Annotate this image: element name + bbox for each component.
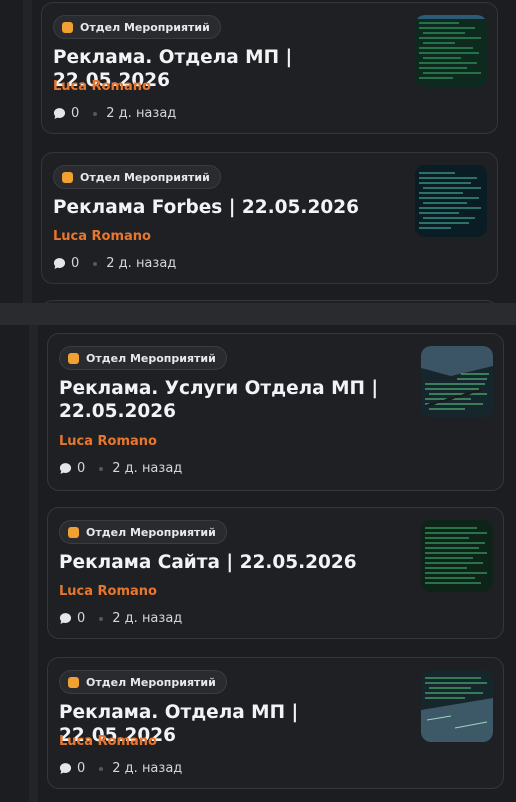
feed-pane-top[interactable]: Отдел Мероприятий Реклама. Отдела МП | 2… (0, 0, 516, 303)
meta-separator (99, 466, 104, 471)
post-author[interactable]: Luca Romano (53, 229, 151, 244)
post-meta: 0 2 д. назад (53, 256, 176, 271)
category-tag[interactable]: Отдел Мероприятий (59, 346, 227, 370)
comment-bubble-icon (59, 463, 72, 474)
post-meta: 0 2 д. назад (59, 461, 182, 476)
post-time: 2 д. назад (106, 256, 177, 271)
category-tag[interactable]: Отдел Мероприятий (53, 15, 221, 39)
comment-count: 0 (71, 256, 80, 271)
scroll-gutter (23, 0, 32, 303)
folder-icon (68, 352, 79, 364)
meta-separator (99, 766, 104, 771)
post-card[interactable]: Отдел Мероприятий Реклама. Отдела МП | 2… (47, 657, 504, 789)
post-time: 2 д. назад (112, 461, 183, 476)
post-time: 2 д. назад (112, 761, 183, 776)
post-thumbnail[interactable] (415, 15, 487, 87)
code-screenshot-thumbnail (421, 346, 493, 418)
folder-icon (62, 21, 73, 33)
folder-icon (68, 676, 79, 688)
post-card[interactable]: Отдел Мероприятий Реклама Сайта | 22.05.… (47, 507, 504, 639)
feed-pane-bottom[interactable]: Отдел Мероприятий Реклама. Услуги Отдела… (0, 325, 516, 802)
comment-count: 0 (77, 611, 86, 626)
post-time: 2 д. назад (106, 106, 177, 121)
post-card[interactable]: Отдел Мероприятий Реклама. Услуги Отдела… (47, 333, 504, 491)
category-tag[interactable]: Отдел Мероприятий (59, 520, 227, 544)
post-thumbnail[interactable] (421, 346, 493, 418)
comment-bubble-icon (53, 258, 66, 269)
post-title[interactable]: Реклама. Услуги Отдела МП | 22.05.2026 (59, 377, 389, 423)
post-meta: 0 2 д. назад (53, 106, 176, 121)
comment-count: 0 (77, 461, 86, 476)
comment-count: 0 (71, 106, 80, 121)
post-thumbnail[interactable] (415, 165, 487, 237)
meta-separator (93, 261, 98, 266)
code-screenshot-thumbnail (421, 520, 493, 592)
split-divider (0, 303, 516, 325)
post-author[interactable]: Luca Romano (53, 79, 151, 94)
category-label: Отдел Мероприятий (86, 525, 216, 539)
category-label: Отдел Мероприятий (86, 675, 216, 689)
post-time: 2 д. назад (112, 611, 183, 626)
post-author[interactable]: Luca Romano (59, 584, 157, 599)
post-thumbnail[interactable] (421, 670, 493, 742)
comment-bubble-icon (59, 613, 72, 624)
comment-bubble-icon (59, 763, 72, 774)
folder-icon (68, 526, 79, 538)
category-tag[interactable]: Отдел Мероприятий (53, 165, 221, 189)
post-thumbnail[interactable] (421, 520, 493, 592)
meta-separator (99, 616, 104, 621)
code-screenshot-thumbnail (421, 670, 493, 742)
post-meta: 0 2 д. назад (59, 761, 182, 776)
scroll-gutter (29, 325, 38, 802)
meta-separator (93, 111, 98, 116)
post-author[interactable]: Luca Romano (59, 734, 157, 749)
post-meta: 0 2 д. назад (59, 611, 182, 626)
post-title[interactable]: Реклама Сайта | 22.05.2026 (59, 551, 389, 574)
post-author[interactable]: Luca Romano (59, 434, 157, 449)
post-card[interactable]: Отдел Мероприятий Реклама. Отдела МП | 2… (41, 2, 498, 134)
code-screenshot-thumbnail (415, 15, 487, 87)
comment-bubble-icon (53, 108, 66, 119)
category-label: Отдел Мероприятий (86, 351, 216, 365)
category-label: Отдел Мероприятий (80, 20, 210, 34)
post-card[interactable]: Отдел Мероприятий Реклама Forbes | 22.05… (41, 152, 498, 284)
post-title[interactable]: Реклама Forbes | 22.05.2026 (53, 196, 383, 219)
category-tag[interactable]: Отдел Мероприятий (59, 670, 227, 694)
category-label: Отдел Мероприятий (80, 170, 210, 184)
folder-icon (62, 171, 73, 183)
comment-count: 0 (77, 761, 86, 776)
code-screenshot-thumbnail (415, 165, 487, 237)
